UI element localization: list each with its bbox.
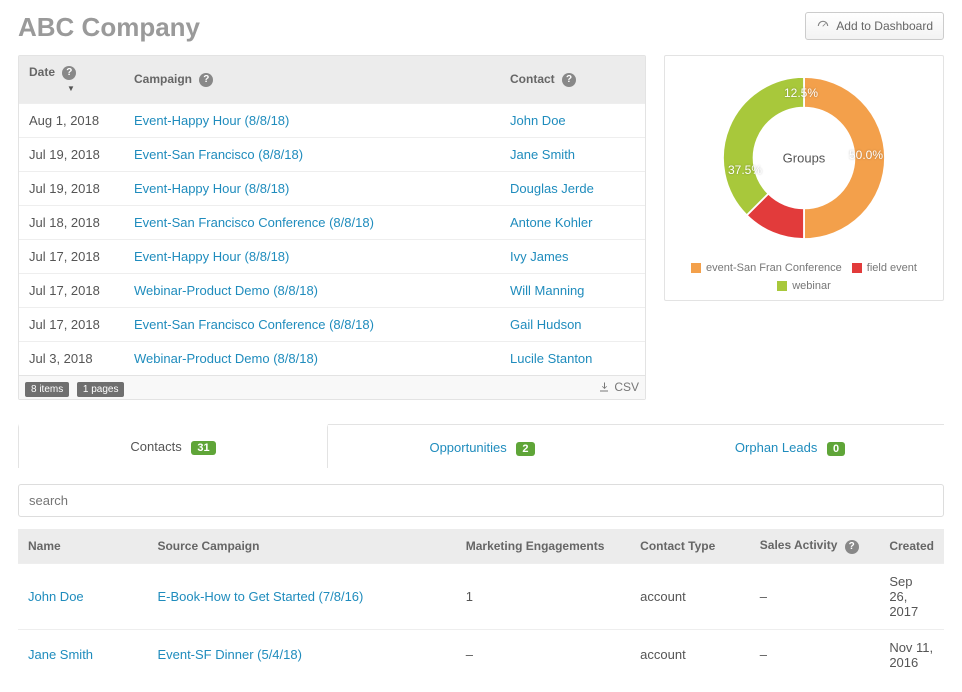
table-row: Jul 18, 2018 Event-San Francisco Conferen… <box>19 205 645 239</box>
cell-date: Jul 19, 2018 <box>19 171 124 205</box>
table-row: Jul 19, 2018 Event-San Francisco (8/8/18)… <box>19 137 645 171</box>
source-campaign-link[interactable]: Event-SF Dinner (5/4/18) <box>157 647 302 662</box>
contact-name-link[interactable]: John Doe <box>28 589 84 604</box>
help-icon[interactable]: ? <box>199 73 213 87</box>
campaign-link[interactable]: Event-San Francisco (8/8/18) <box>134 147 303 162</box>
table-footer: 8 items 1 pages CSV <box>19 375 645 399</box>
tab-contacts-badge: 31 <box>191 441 215 455</box>
col-name[interactable]: Name <box>18 529 147 564</box>
contact-link[interactable]: John Doe <box>510 113 566 128</box>
col-eng[interactable]: Marketing Engagements <box>456 529 630 564</box>
cell-eng: – <box>456 629 630 680</box>
cell-ctype: account <box>630 563 750 629</box>
legend-swatch <box>852 263 862 273</box>
table-row: John Doe E-Book-How to Get Started (7/8/1… <box>18 563 944 629</box>
table-row: Jul 19, 2018 Event-Happy Hour (8/8/18) Dou… <box>19 171 645 205</box>
add-to-dashboard-button[interactable]: Add to Dashboard <box>805 12 944 40</box>
col-campaign-header[interactable]: Campaign ? <box>124 56 500 103</box>
tab-opportunities[interactable]: Opportunities 2 <box>328 425 636 468</box>
sort-desc-icon[interactable]: ▼ <box>67 84 75 93</box>
contact-link[interactable]: Antone Kohler <box>510 215 592 230</box>
legend-swatch <box>777 281 787 291</box>
contact-link[interactable]: Jane Smith <box>510 147 575 162</box>
campaign-link[interactable]: Event-Happy Hour (8/8/18) <box>134 181 289 196</box>
tab-contacts[interactable]: Contacts 31 <box>18 424 328 468</box>
legend-swatch <box>691 263 701 273</box>
cell-sales: – <box>750 629 880 680</box>
download-icon <box>598 381 610 393</box>
cell-date: Jul 3, 2018 <box>19 341 124 375</box>
contacts-table: Name Source Campaign Marketing Engagemen… <box>18 529 944 680</box>
help-icon[interactable]: ? <box>845 540 859 554</box>
cell-ctype: account <box>630 629 750 680</box>
add-to-dashboard-label: Add to Dashboard <box>836 19 933 33</box>
campaign-link[interactable]: Webinar-Product Demo (8/8/18) <box>134 351 318 366</box>
contact-link[interactable]: Ivy James <box>510 249 569 264</box>
help-icon[interactable]: ? <box>62 66 76 80</box>
slice-label-2: 37.5% <box>728 163 762 177</box>
table-row: Jul 17, 2018 Webinar-Product Demo (8/8/18… <box>19 273 645 307</box>
col-date-header[interactable]: Date ? ▼ <box>19 56 124 103</box>
groups-donut-chart: Groups 50.0% 12.5% 37.5% <box>714 68 894 248</box>
cell-created: Nov 11, 2016 <box>879 629 944 680</box>
legend-item[interactable]: event-San Fran Conference <box>691 262 842 274</box>
col-contact-header[interactable]: Contact ? <box>500 56 645 103</box>
campaign-link[interactable]: Event-San Francisco Conference (8/8/18) <box>134 215 374 230</box>
col-created[interactable]: Created <box>879 529 944 564</box>
table-row: Jul 17, 2018 Event-San Francisco Conferen… <box>19 307 645 341</box>
slice-label-0: 50.0% <box>849 148 883 162</box>
col-source[interactable]: Source Campaign <box>147 529 455 564</box>
cell-date: Jul 17, 2018 <box>19 239 124 273</box>
chart-legend: event-San Fran Conference field event webi… <box>677 262 931 292</box>
table-row: Aug 1, 2018 Event-Happy Hour (8/8/18) John… <box>19 103 645 137</box>
pages-count-pill: 1 pages <box>77 382 125 397</box>
cell-created: Sep 26, 2017 <box>879 563 944 629</box>
contact-link[interactable]: Douglas Jerde <box>510 181 594 196</box>
campaign-link[interactable]: Event-San Francisco Conference (8/8/18) <box>134 317 374 332</box>
table-row: Jane Smith Event-SF Dinner (5/4/18) –accou… <box>18 629 944 680</box>
campaigns-table: Date ? ▼ Campaign ? Contact ? <box>19 56 645 375</box>
slice-label-1: 12.5% <box>784 86 818 100</box>
dashboard-icon <box>816 19 830 33</box>
table-row: Jul 17, 2018 Event-Happy Hour (8/8/18) Ivy… <box>19 239 645 273</box>
table-row: Jul 3, 2018 Webinar-Product Demo (8/8/18)… <box>19 341 645 375</box>
search-input[interactable] <box>18 484 944 517</box>
legend-item[interactable]: webinar <box>777 280 831 292</box>
help-icon[interactable]: ? <box>562 73 576 87</box>
legend-item[interactable]: field event <box>852 262 917 274</box>
tab-orphan-leads[interactable]: Orphan Leads 0 <box>636 425 944 468</box>
cell-date: Jul 17, 2018 <box>19 273 124 307</box>
source-campaign-link[interactable]: E-Book-How to Get Started (7/8/16) <box>157 589 363 604</box>
col-ctype[interactable]: Contact Type <box>630 529 750 564</box>
campaign-link[interactable]: Event-Happy Hour (8/8/18) <box>134 113 289 128</box>
tab-opportunities-badge: 2 <box>516 442 534 456</box>
campaigns-table-panel: Date ? ▼ Campaign ? Contact ? <box>18 55 646 400</box>
items-count-pill: 8 items <box>25 382 69 397</box>
contact-link[interactable]: Gail Hudson <box>510 317 582 332</box>
cell-date: Jul 18, 2018 <box>19 205 124 239</box>
campaign-link[interactable]: Event-Happy Hour (8/8/18) <box>134 249 289 264</box>
groups-chart-panel: Groups 50.0% 12.5% 37.5% event-San Fran … <box>664 55 944 301</box>
cell-date: Jul 17, 2018 <box>19 307 124 341</box>
tab-orphan-badge: 0 <box>827 442 845 456</box>
cell-date: Aug 1, 2018 <box>19 103 124 137</box>
col-sales[interactable]: Sales Activity ? <box>750 529 880 564</box>
contact-link[interactable]: Lucile Stanton <box>510 351 592 366</box>
contact-link[interactable]: Will Manning <box>510 283 584 298</box>
contact-name-link[interactable]: Jane Smith <box>28 647 93 662</box>
cell-eng: 1 <box>456 563 630 629</box>
campaign-link[interactable]: Webinar-Product Demo (8/8/18) <box>134 283 318 298</box>
export-csv-button[interactable]: CSV <box>598 380 639 394</box>
tabs: Contacts 31 Opportunities 2 Orphan Leads… <box>18 424 944 468</box>
cell-date: Jul 19, 2018 <box>19 137 124 171</box>
cell-sales: – <box>750 563 880 629</box>
page-title: ABC Company <box>18 12 200 43</box>
chart-center-label: Groups <box>783 151 826 166</box>
